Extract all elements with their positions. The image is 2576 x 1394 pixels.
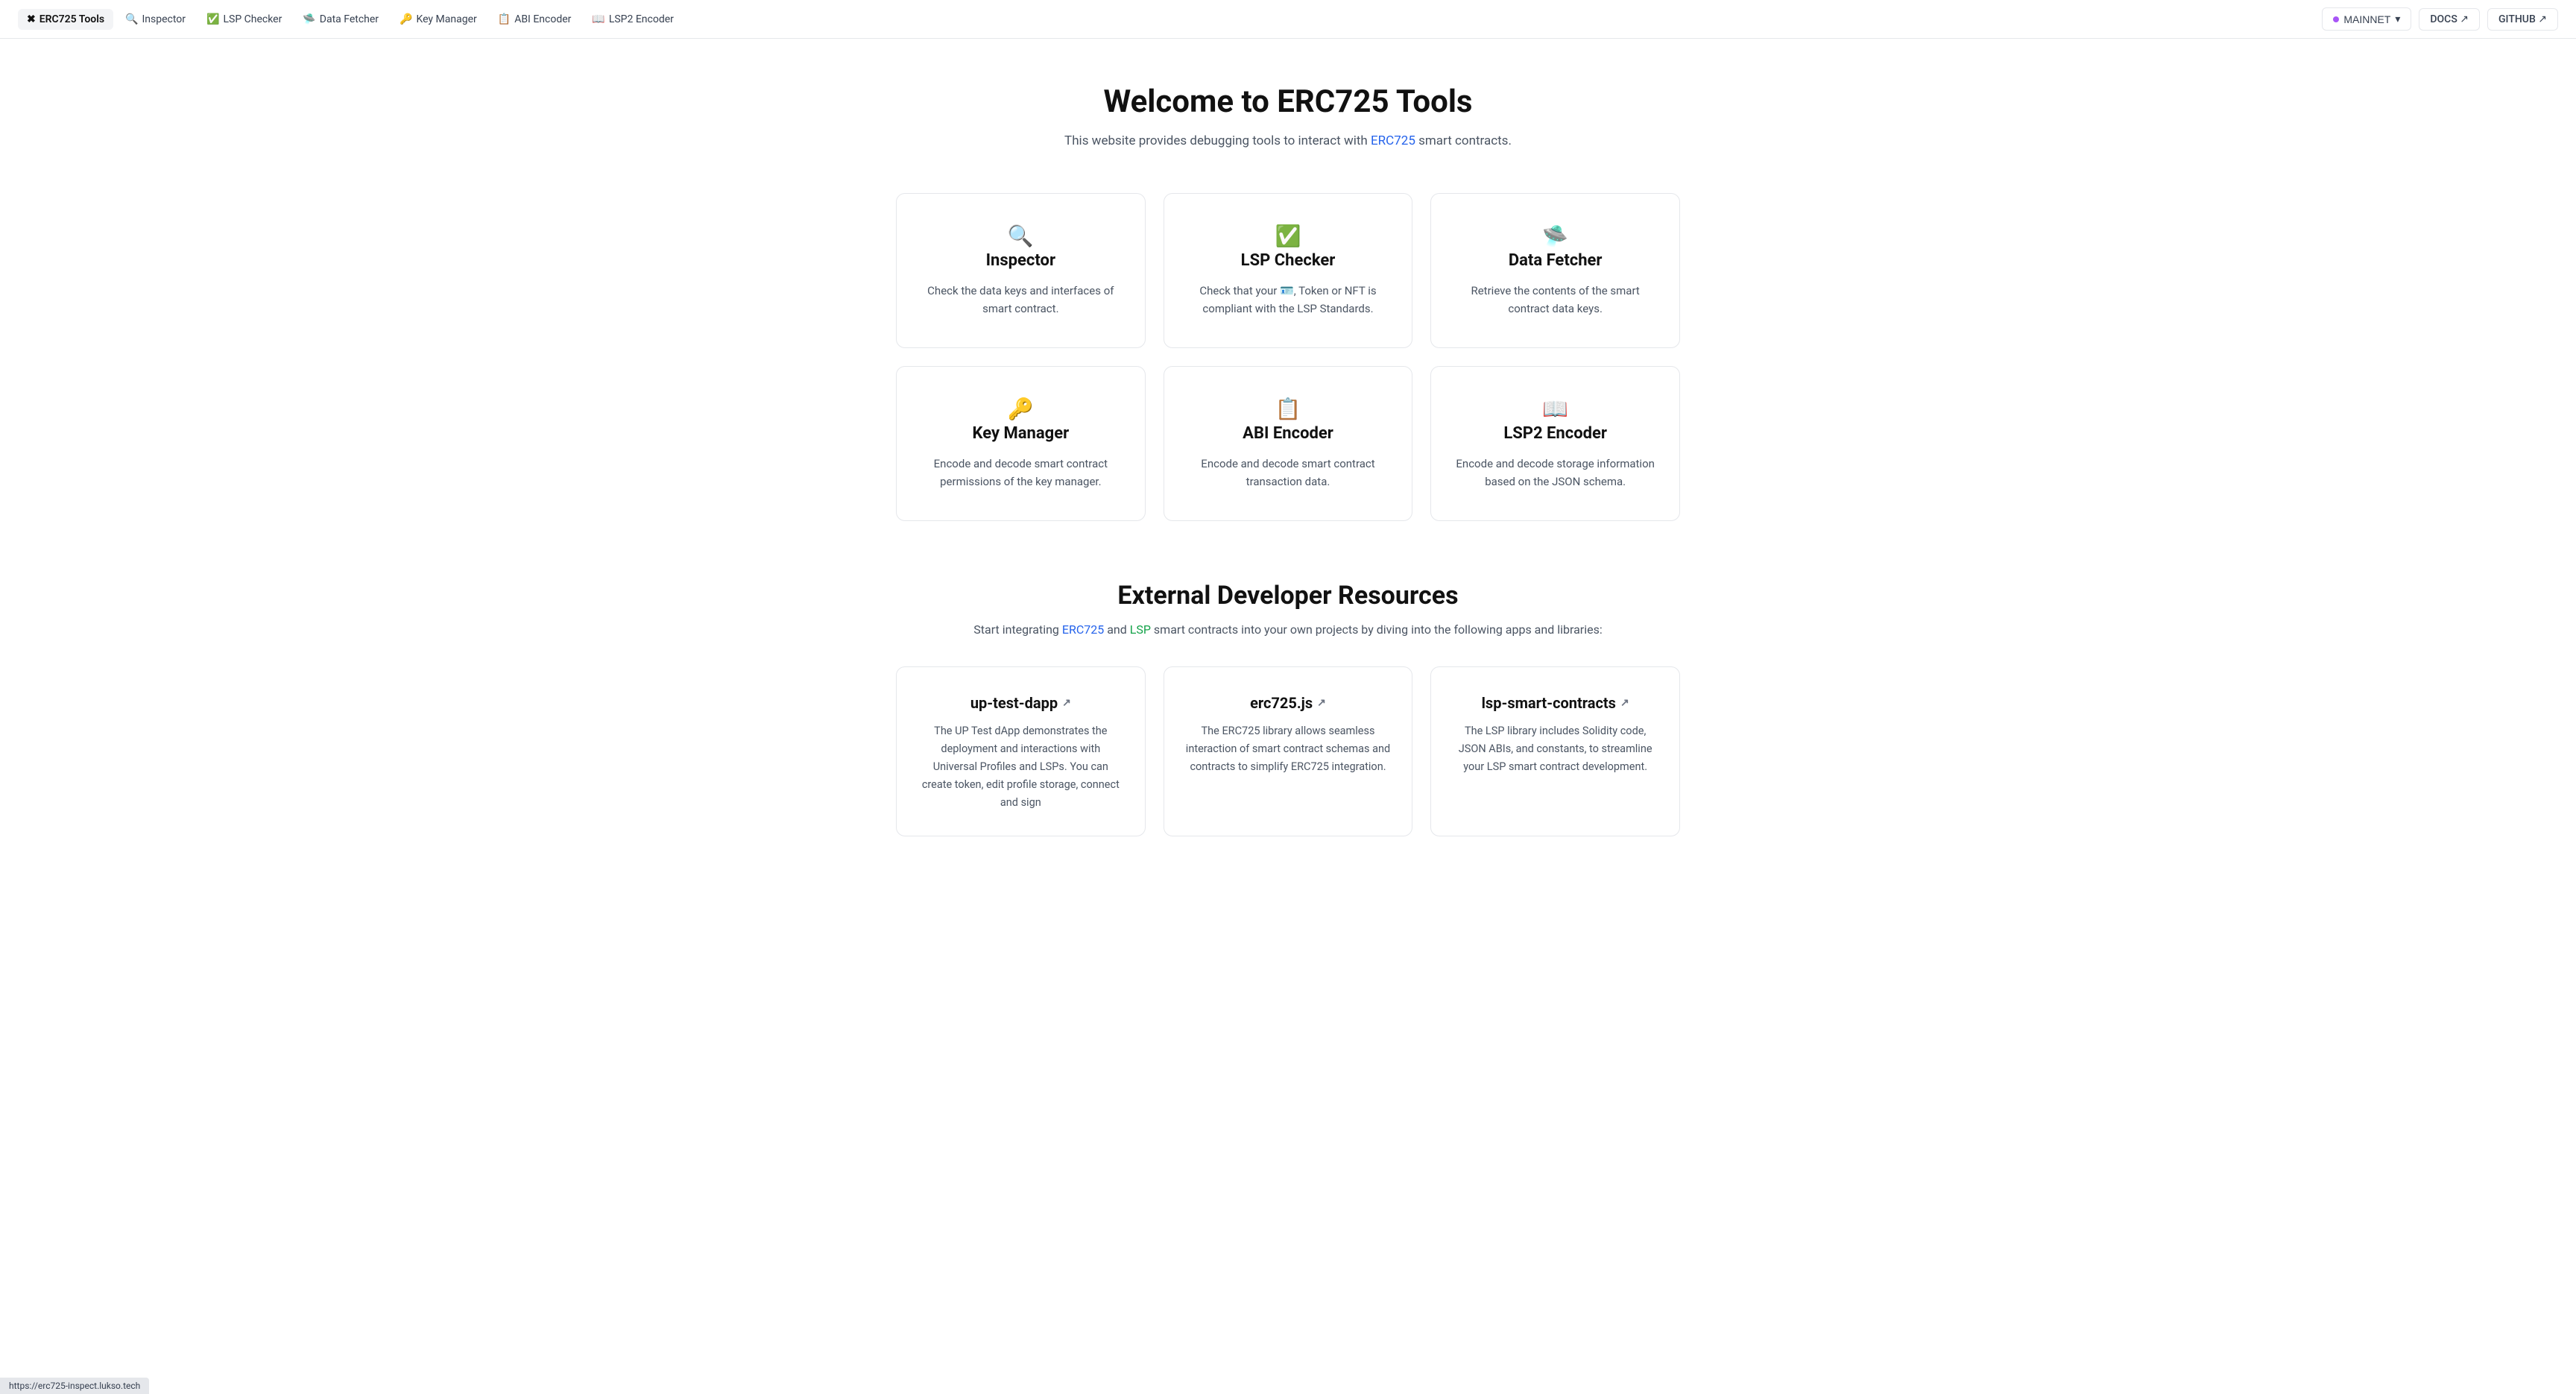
nav-item-inspector[interactable]: 🔍 Inspector [116,9,195,30]
ext-desc-before: Start integrating [973,622,1062,637]
abi-encoder-nav-label: ABI Encoder [514,13,571,25]
abi-encoder-card[interactable]: 📋 ABI Encoder Encode and decode smart co… [1164,366,1413,521]
external-resources-title: External Developer Resources [896,581,1680,611]
erc725js-card[interactable]: erc725.js ↗ The ERC725 library allows se… [1164,666,1413,836]
lsp-checker-nav-label: LSP Checker [223,13,282,25]
data-fetcher-nav-label: Data Fetcher [320,13,379,25]
up-test-dapp-arrow-icon: ↗ [1062,697,1071,709]
abi-encoder-card-icon: 📋 [1188,397,1389,421]
abi-encoder-card-desc: Encode and decode smart contract transac… [1188,455,1389,491]
key-manager-card-desc: Encode and decode smart contract permiss… [921,455,1121,491]
inspector-nav-label: Inspector [142,13,186,25]
erc725js-arrow-icon: ↗ [1317,697,1326,709]
abi-encoder-card-title: ABI Encoder [1188,424,1389,443]
hero-section: Welcome to ERC725 Tools This website pro… [896,83,1680,148]
external-resources-section: External Developer Resources Start integ… [896,581,1680,836]
inspector-card-desc: Check the data keys and interfaces of sm… [921,282,1121,318]
docs-label: DOCS ↗ [2430,13,2469,25]
lsp-checker-nav-icon: ✅ [206,13,219,25]
inspector-card[interactable]: 🔍 Inspector Check the data keys and inte… [896,193,1146,348]
abi-encoder-nav-icon: 📋 [498,13,511,25]
nav-item-data-fetcher[interactable]: 🛸 Data Fetcher [294,9,388,30]
nav-brand[interactable]: ✖ ERC725 Tools [18,9,113,30]
erc725js-desc: The ERC725 library allows seamless inter… [1185,722,1392,776]
hero-desc-before: This website provides debugging tools to… [1064,133,1371,148]
lsp-smart-contracts-title: lsp-smart-contracts ↗ [1452,694,1658,712]
ext-desc-and: and [1104,622,1130,637]
lsp-smart-contracts-desc: The LSP library includes Solidity code, … [1452,722,1658,776]
chevron-down-icon: ▾ [2395,13,2400,25]
lsp2-encoder-card-desc: Encode and decode storage information ba… [1455,455,1655,491]
lsp2-encoder-nav-label: LSP2 Encoder [609,13,674,25]
lsp-checker-card-desc: Check that your 🪪, Token or NFT is compl… [1188,282,1389,318]
inspector-card-title: Inspector [921,251,1121,270]
lsp2-encoder-card-icon: 📖 [1455,397,1655,421]
external-cards-grid: up-test-dapp ↗ The UP Test dApp demonstr… [896,666,1680,836]
lsp-checker-card-title: LSP Checker [1188,251,1389,270]
ext-lsp-link[interactable]: LSP [1130,622,1151,637]
lsp-smart-contracts-card[interactable]: lsp-smart-contracts ↗ The LSP library in… [1430,666,1680,836]
up-test-dapp-title: up-test-dapp ↗ [918,694,1124,712]
tool-cards-grid: 🔍 Inspector Check the data keys and inte… [896,193,1680,521]
data-fetcher-card-icon: 🛸 [1455,224,1655,248]
github-button[interactable]: GITHUB ↗ [2487,8,2558,31]
nav-item-key-manager[interactable]: 🔑 Key Manager [391,9,486,30]
hero-erc725-link[interactable]: ERC725 [1371,133,1415,148]
network-status-dot [2333,16,2339,22]
lsp-checker-card[interactable]: ✅ LSP Checker Check that your 🪪, Token o… [1164,193,1413,348]
nav-item-lsp2-encoder[interactable]: 📖 LSP2 Encoder [583,9,683,30]
github-label: GITHUB ↗ [2498,13,2547,25]
lsp2-encoder-card[interactable]: 📖 LSP2 Encoder Encode and decode storage… [1430,366,1680,521]
main-content: Welcome to ERC725 Tools This website pro… [878,39,1698,896]
inspector-card-icon: 🔍 [921,224,1121,248]
status-url: https://erc725-inspect.lukso.tech [9,1381,140,1391]
hero-desc-after: smart contracts. [1415,133,1512,148]
nav-item-abi-encoder[interactable]: 📋 ABI Encoder [489,9,581,30]
lsp-smart-contracts-arrow-icon: ↗ [1620,697,1629,709]
nav-left: ✖ ERC725 Tools 🔍 Inspector ✅ LSP Checker… [18,9,2322,30]
key-manager-card-icon: 🔑 [921,397,1121,421]
brand-label: ERC725 Tools [40,13,104,25]
nav-right: MAINNET ▾ DOCS ↗ GITHUB ↗ [2322,7,2558,31]
hero-title: Welcome to ERC725 Tools [896,83,1680,120]
inspector-nav-icon: 🔍 [125,13,138,25]
up-test-dapp-desc: The UP Test dApp demonstrates the deploy… [918,722,1124,812]
network-label: MAINNET [2343,13,2390,25]
ext-desc-after: smart contracts into your own projects b… [1151,622,1603,637]
key-manager-nav-icon: 🔑 [400,13,412,25]
status-bar: https://erc725-inspect.lukso.tech [0,1378,149,1394]
data-fetcher-card-desc: Retrieve the contents of the smart contr… [1455,282,1655,318]
lsp2-encoder-card-title: LSP2 Encoder [1455,424,1655,443]
network-selector[interactable]: MAINNET ▾ [2322,7,2411,31]
key-manager-card[interactable]: 🔑 Key Manager Encode and decode smart co… [896,366,1146,521]
key-manager-card-title: Key Manager [921,424,1121,443]
hero-desc: This website provides debugging tools to… [896,133,1680,148]
external-resources-desc: Start integrating ERC725 and LSP smart c… [896,622,1680,637]
lsp2-encoder-nav-icon: 📖 [592,13,604,25]
data-fetcher-card[interactable]: 🛸 Data Fetcher Retrieve the contents of … [1430,193,1680,348]
up-test-dapp-card[interactable]: up-test-dapp ↗ The UP Test dApp demonstr… [896,666,1146,836]
data-fetcher-nav-icon: 🛸 [303,13,315,25]
nav-item-lsp-checker[interactable]: ✅ LSP Checker [198,9,291,30]
docs-button[interactable]: DOCS ↗ [2419,8,2480,31]
data-fetcher-card-title: Data Fetcher [1455,251,1655,270]
lsp-checker-card-icon: ✅ [1188,224,1389,248]
navbar: ✖ ERC725 Tools 🔍 Inspector ✅ LSP Checker… [0,0,2576,39]
brand-icon: ✖ [27,13,36,25]
key-manager-nav-label: Key Manager [416,13,476,25]
ext-erc725-link[interactable]: ERC725 [1062,622,1104,637]
erc725js-title: erc725.js ↗ [1185,694,1392,712]
